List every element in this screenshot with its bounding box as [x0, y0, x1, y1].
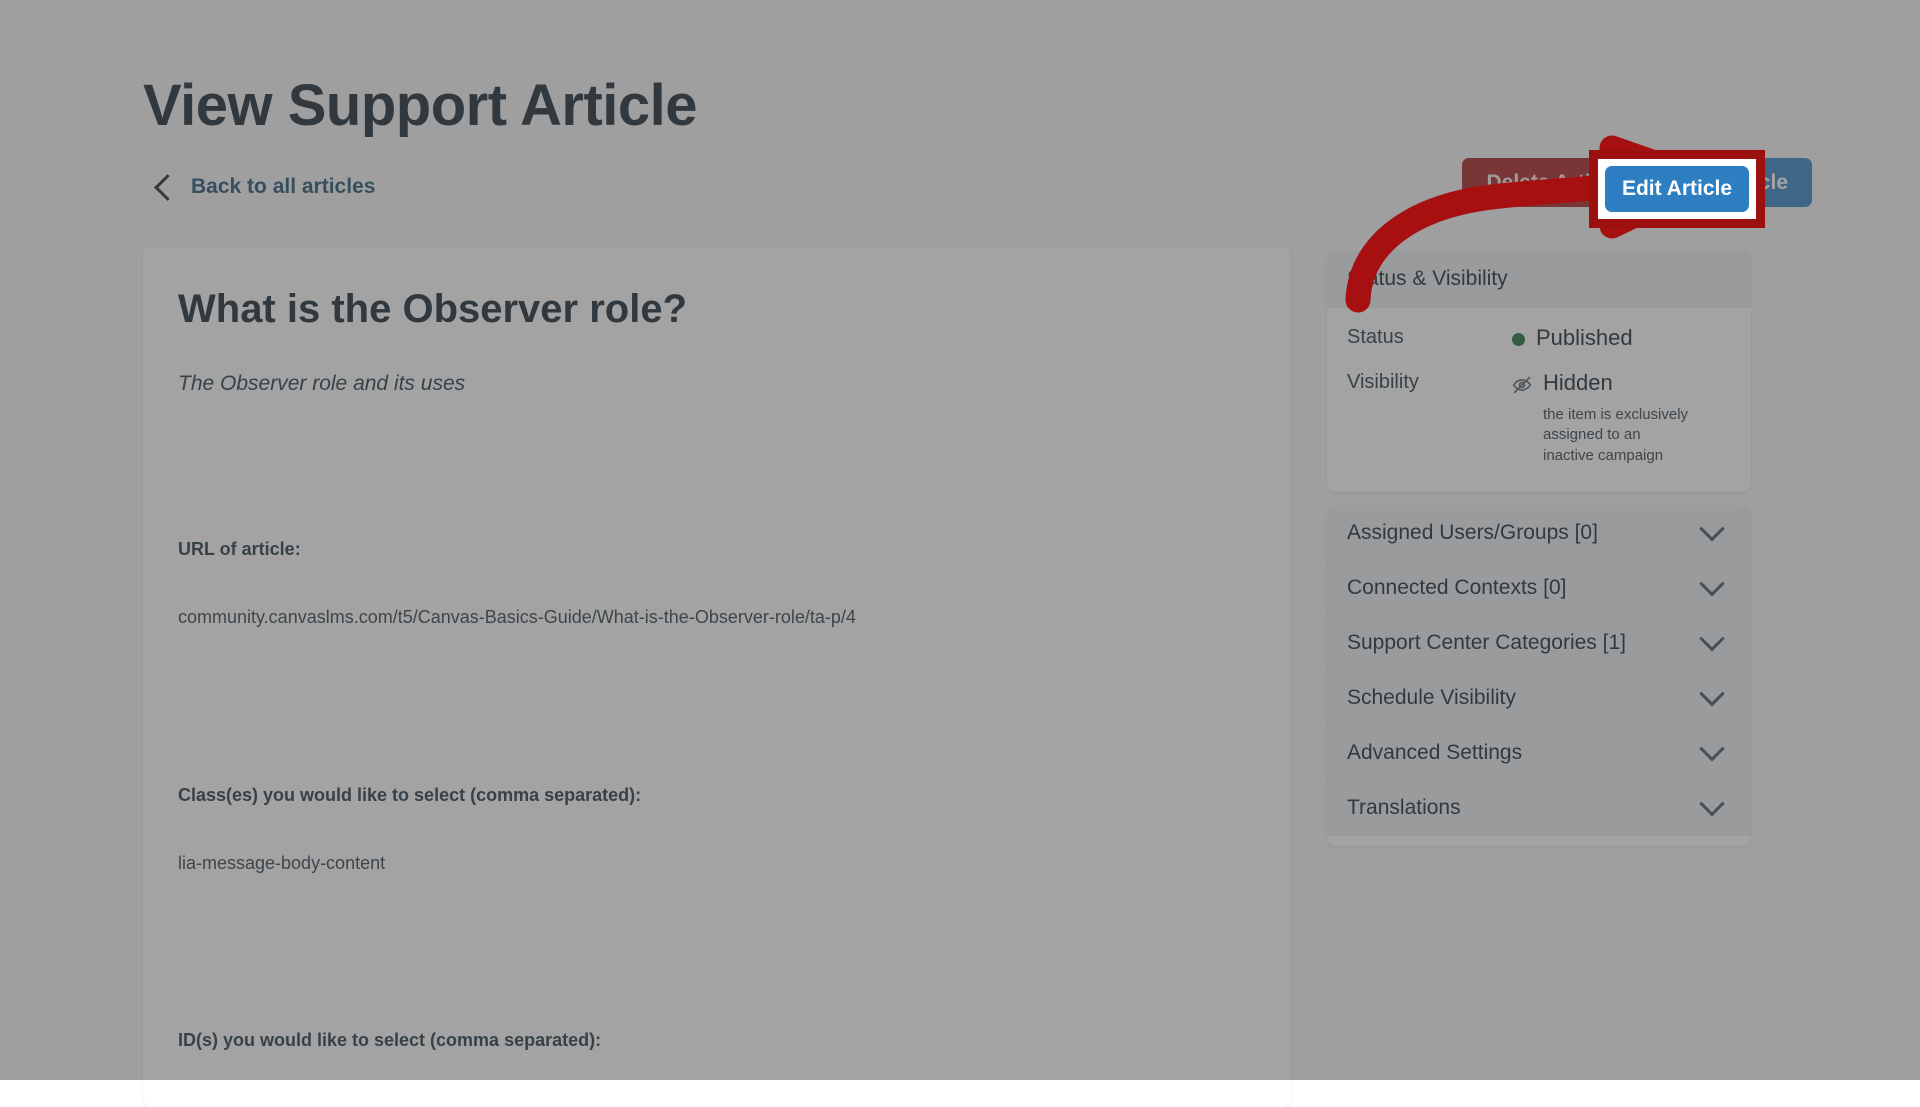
url-field-label: URL of article: — [178, 539, 301, 559]
chevron-down-icon — [1699, 680, 1725, 707]
visibility-row: Visibility Hidden the item is exclusivel… — [1347, 369, 1731, 466]
back-link-label: Back to all articles — [191, 175, 376, 198]
status-row-value-wrap: Published — [1512, 324, 1731, 353]
article-heading: What is the Observer role? — [178, 287, 688, 331]
eye-off-icon — [1512, 376, 1532, 393]
accordion-label: Schedule Visibility — [1347, 685, 1516, 709]
accordion-label: Assigned Users/Groups [0] — [1347, 520, 1598, 544]
accordion-item-translations[interactable]: Translations — [1327, 780, 1751, 836]
status-value: Published — [1536, 325, 1633, 350]
classes-field-value: lia-message-body-content — [178, 853, 386, 873]
visibility-value: Hidden — [1543, 369, 1613, 395]
status-row-key: Status — [1347, 326, 1404, 348]
sidebar: Status & Visibility Status Published Vis… — [1327, 251, 1751, 846]
visibility-row-value-wrap: Hidden the item is exclusively assigned … — [1512, 369, 1731, 466]
sidebar-accordion: Assigned Users/Groups [0] Connected Cont… — [1327, 505, 1751, 846]
back-to-all-articles-link[interactable]: Back to all articles — [154, 174, 376, 201]
chevron-down-icon — [1699, 625, 1725, 652]
accordion-label: Advanced Settings — [1347, 740, 1523, 764]
accordion-item-connected-contexts[interactable]: Connected Contexts [0] — [1327, 560, 1751, 616]
chevron-left-icon — [154, 174, 181, 201]
chevron-down-icon — [1699, 790, 1725, 817]
ids-field-label: ID(s) you would like to select (comma se… — [178, 1030, 602, 1050]
accordion-item-advanced-settings[interactable]: Advanced Settings — [1327, 725, 1751, 781]
chevron-down-icon — [1699, 570, 1725, 597]
status-panel-body: Status Published Visibility Hidden the i… — [1327, 308, 1751, 492]
page-root: View Support Article Back to all article… — [0, 0, 1920, 1107]
status-and-visibility-panel: Status & Visibility Status Published Vis… — [1327, 251, 1751, 492]
edit-article-button-highlighted[interactable]: Edit Article — [1605, 166, 1749, 212]
accordion-label: Support Center Categories [1] — [1347, 630, 1626, 654]
article-subtitle: The Observer role and its uses — [178, 372, 466, 395]
chevron-down-icon — [1699, 515, 1725, 542]
chevron-down-icon — [1699, 735, 1725, 762]
visibility-note: the item is exclusively assigned to an i… — [1543, 406, 1689, 464]
url-field-value: community.canvaslms.com/t5/Canvas-Basics… — [178, 607, 856, 627]
accordion-item-support-center-categories[interactable]: Support Center Categories [1] — [1327, 615, 1751, 671]
article-content-card: What is the Observer role? The Observer … — [143, 247, 1291, 1107]
visibility-row-key: Visibility — [1347, 370, 1419, 393]
green-dot-icon — [1512, 333, 1525, 346]
accordion-label: Connected Contexts [0] — [1347, 575, 1567, 599]
accordion-item-assigned-users-groups[interactable]: Assigned Users/Groups [0] — [1327, 505, 1751, 561]
classes-field-label: Class(es) you would like to select (comm… — [178, 785, 642, 805]
accordion-item-schedule-visibility[interactable]: Schedule Visibility — [1327, 670, 1751, 726]
status-row: Status Published — [1347, 324, 1731, 353]
status-panel-header: Status & Visibility — [1327, 251, 1751, 308]
page-title: View Support Article — [143, 72, 698, 138]
accordion-label: Translations — [1347, 795, 1461, 819]
